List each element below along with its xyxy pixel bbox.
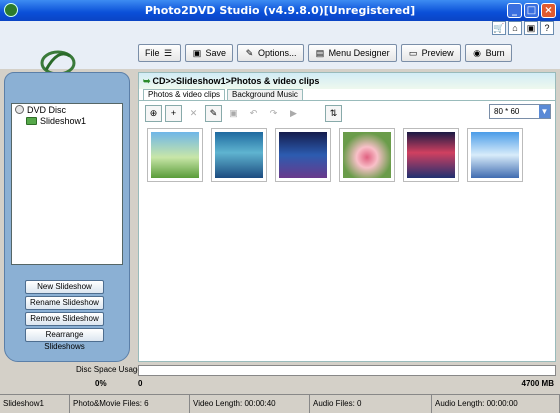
clip-toolbar: ⊕ + ✕ ✎ ▣ ↶ ↷ ▶ ⇅ 80 * 60 ▼ <box>139 101 555 125</box>
photo-image <box>471 132 519 178</box>
preview-label: Preview <box>421 48 454 58</box>
breadcrumb-path: CD>>Slideshow1>Photos & video clips <box>152 76 320 86</box>
photo-image <box>407 132 455 178</box>
tab-photos[interactable]: Photos & video clips <box>143 89 226 100</box>
thumbnail[interactable] <box>211 128 267 182</box>
window-controls: _ □ × <box>507 3 556 18</box>
save-button[interactable]: ▣ Save <box>184 44 234 62</box>
copy-icon[interactable]: ▣ <box>225 105 242 122</box>
options-label: Options... <box>258 48 297 58</box>
disc-capacity: 4700 MB <box>521 379 554 388</box>
delete-icon[interactable]: ✕ <box>185 105 202 122</box>
tab-bar: Photos & video clips Background Music <box>139 89 555 101</box>
title-bar: Photo2DVD Studio (v4.9.8.0)[Unregistered… <box>0 0 560 21</box>
sort-icon[interactable]: ⇅ <box>325 104 342 122</box>
add-folder-icon[interactable]: ⊕ <box>145 104 162 122</box>
cd-icon <box>15 105 24 114</box>
path-icon: ➥ <box>143 75 151 86</box>
add-file-icon[interactable]: + <box>165 104 182 122</box>
help-icon[interactable]: ? <box>540 21 554 35</box>
disc-usage-min: 0 <box>138 379 143 388</box>
status-files: Photo&Movie Files: 6 <box>70 395 190 413</box>
file-label: File <box>145 48 160 58</box>
slideshow-tree: DVD Disc Slideshow1 <box>11 103 123 265</box>
menu-icon: ▤ <box>315 47 325 58</box>
status-audio-files: Audio Files: 0 <box>310 395 432 413</box>
cart-icon[interactable]: 🛒 <box>492 21 506 35</box>
status-video-length: Video Length: 00:00:40 <box>190 395 310 413</box>
window-title: Photo2DVD Studio (v4.9.8.0)[Unregistered… <box>144 4 416 17</box>
slideshow-panel: DVD Disc Slideshow1 New Slideshow Rename… <box>4 72 130 362</box>
tab-music[interactable]: Background Music <box>227 89 303 100</box>
status-bar: Slideshow1 Photo&Movie Files: 6 Video Le… <box>0 394 560 413</box>
new-slideshow-button[interactable]: New Slideshow <box>25 280 104 294</box>
close-button[interactable]: × <box>541 3 556 18</box>
list-icon: ☰ <box>163 47 173 58</box>
options-button[interactable]: ✎ Options... <box>237 44 304 62</box>
minimize-button[interactable]: _ <box>507 3 522 18</box>
quick-toolbar: 🛒 ⌂ ▣ ? <box>492 21 554 35</box>
options-icon: ✎ <box>245 47 254 58</box>
thumbnail-grid <box>139 125 555 185</box>
rotate-left-icon[interactable]: ↶ <box>245 105 262 122</box>
tree-item-slideshow1[interactable]: Slideshow1 <box>12 115 122 126</box>
rename-slideshow-button[interactable]: Rename Slideshow <box>25 296 104 310</box>
status-audio-length: Audio Length: 00:00:00 <box>432 395 560 413</box>
main-toolbar: File ☰ ▣ Save ✎ Options... ▤ Menu Designer ▭… <box>138 44 512 62</box>
breadcrumb: ➥ CD>>Slideshow1>Photos & video clips <box>139 73 555 89</box>
zoom-value: 80 * 60 <box>494 107 520 116</box>
tree-item-dvd-disc[interactable]: DVD Disc <box>12 104 122 115</box>
home-icon[interactable]: ⌂ <box>508 21 522 35</box>
burn-button[interactable]: ◉ Burn <box>464 44 512 62</box>
thumbnail[interactable] <box>275 128 331 182</box>
save-label: Save <box>205 48 227 58</box>
thumbnail[interactable] <box>467 128 523 182</box>
thumbnail[interactable] <box>403 128 459 182</box>
rotate-right-icon[interactable]: ↷ <box>265 105 282 122</box>
burn-label: Burn <box>485 48 505 58</box>
chevron-down-icon[interactable]: ▼ <box>539 105 550 118</box>
thumbnail[interactable] <box>339 128 395 182</box>
photo-image <box>343 132 391 178</box>
file-button[interactable]: File ☰ <box>138 44 181 62</box>
slideshow-buttons: New Slideshow Rename Slideshow Remove Sl… <box>25 280 104 351</box>
register-icon[interactable]: ▣ <box>524 21 538 35</box>
play-icon[interactable]: ▶ <box>285 105 302 122</box>
app-icon <box>4 3 18 17</box>
disc-icon: ◉ <box>473 47 482 58</box>
disc-usage-label: Disc Space Usage <box>76 365 142 374</box>
zoom-select[interactable]: 80 * 60 ▼ <box>489 104 551 119</box>
disc-usage-bar <box>138 365 556 376</box>
menu-designer-label: Menu Designer <box>328 48 390 58</box>
photo-image <box>151 132 199 178</box>
tree-child-label: Slideshow1 <box>40 115 87 126</box>
disc-usage: Disc Space Usage 0% 0 4700 MB <box>0 362 560 390</box>
menu-designer-button[interactable]: ▤ Menu Designer <box>307 44 397 62</box>
status-slideshow: Slideshow1 <box>0 395 70 413</box>
photo-image <box>279 132 327 178</box>
content-panel: ➥ CD>>Slideshow1>Photos & video clips Ph… <box>138 72 556 362</box>
disc-usage-percent: 0% <box>95 379 107 388</box>
tree-root-label: DVD Disc <box>27 104 67 115</box>
disk-icon: ▣ <box>192 47 202 58</box>
thumbnail[interactable] <box>147 128 203 182</box>
photo-image <box>215 132 263 178</box>
monitor-icon: ▭ <box>408 47 418 58</box>
maximize-button[interactable]: □ <box>524 3 539 18</box>
folder-icon <box>26 116 37 125</box>
edit-icon[interactable]: ✎ <box>205 104 222 122</box>
preview-button[interactable]: ▭ Preview <box>400 44 461 62</box>
rearrange-slideshows-button[interactable]: Rearrange Slideshows <box>25 328 104 351</box>
remove-slideshow-button[interactable]: Remove Slideshow <box>25 312 104 326</box>
